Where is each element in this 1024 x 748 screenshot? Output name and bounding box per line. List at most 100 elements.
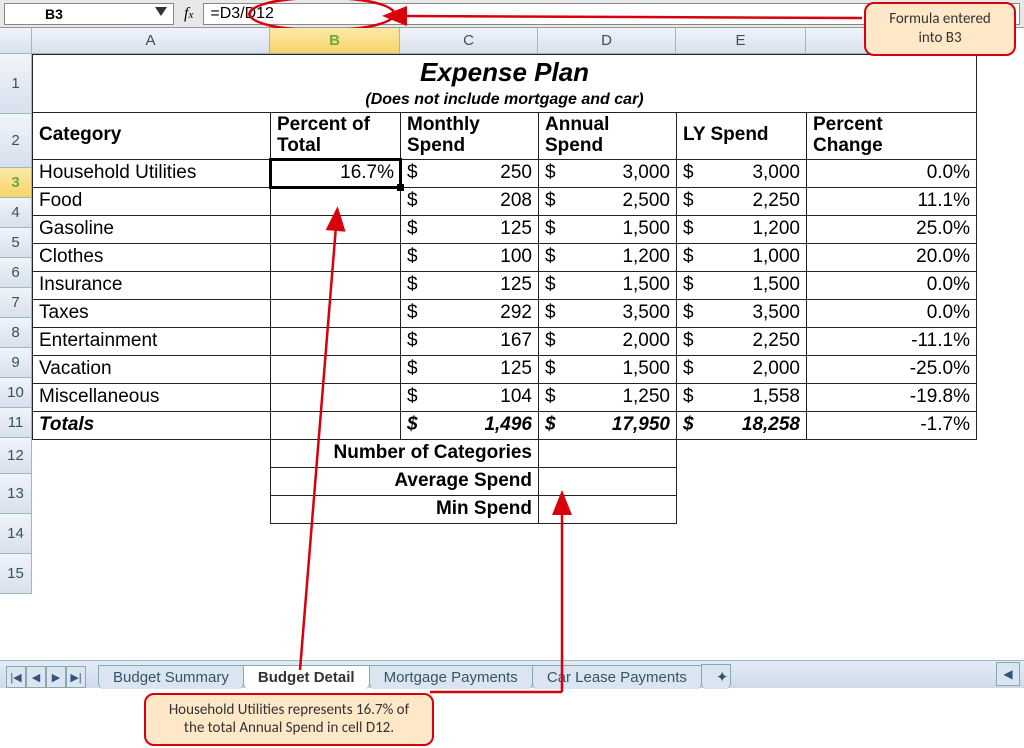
header-monthly[interactable]: MonthlySpend — [401, 113, 539, 160]
cell-ly[interactable]: $1,000 — [677, 243, 807, 271]
totals-annual[interactable]: $17,950 — [539, 411, 677, 439]
select-all-corner[interactable] — [0, 28, 32, 54]
tab-budget-detail[interactable]: Budget Detail — [243, 665, 370, 689]
cell-pct[interactable] — [271, 299, 401, 327]
cell-annual[interactable]: $3,000 — [539, 159, 677, 187]
row-header-11[interactable]: 11 — [0, 408, 32, 438]
cell-monthly[interactable]: $250 — [401, 159, 539, 187]
summary-value[interactable] — [539, 467, 677, 495]
table-row[interactable]: Vacation$125$1,500$2,000-25.0% — [33, 355, 977, 383]
cell-change[interactable]: 11.1% — [807, 187, 977, 215]
cell-category[interactable]: Clothes — [33, 243, 271, 271]
row-header-4[interactable]: 4 — [0, 198, 32, 228]
cell-annual[interactable]: $2,000 — [539, 327, 677, 355]
cell-pct[interactable] — [271, 271, 401, 299]
cell-ly[interactable]: $2,000 — [677, 355, 807, 383]
cell-monthly[interactable]: $104 — [401, 383, 539, 411]
cell-category[interactable]: Entertainment — [33, 327, 271, 355]
header-category[interactable]: Category — [33, 113, 271, 160]
tab-budget-summary[interactable]: Budget Summary — [98, 665, 244, 689]
cell-pct[interactable] — [271, 355, 401, 383]
summary-value[interactable] — [539, 495, 677, 523]
col-header-E[interactable]: E — [676, 28, 806, 54]
table-row[interactable]: Insurance$125$1,500$1,5000.0% — [33, 271, 977, 299]
totals-label[interactable]: Totals — [33, 411, 271, 439]
cells-grid[interactable]: Expense Plan (Does not include mortgage … — [32, 54, 1024, 524]
row-header-15[interactable]: 15 — [0, 554, 32, 594]
cell-annual[interactable]: $1,250 — [539, 383, 677, 411]
summary-label[interactable]: Min Spend — [271, 495, 539, 523]
cell-annual[interactable]: $1,500 — [539, 271, 677, 299]
header-ly[interactable]: LY Spend — [677, 113, 807, 160]
table-row[interactable]: Gasoline$125$1,500$1,20025.0% — [33, 215, 977, 243]
cell-change[interactable]: 0.0% — [807, 159, 977, 187]
hscroll-left-icon[interactable]: ◀ — [996, 662, 1020, 686]
cell-change[interactable]: 20.0% — [807, 243, 977, 271]
row-header-12[interactable]: 12 — [0, 438, 32, 474]
tab-prev-icon[interactable]: ◀ — [26, 666, 46, 688]
cell-ly[interactable]: $3,500 — [677, 299, 807, 327]
cell-change[interactable]: -11.1% — [807, 327, 977, 355]
col-header-B[interactable]: B — [270, 28, 400, 54]
header-percent[interactable]: Percent ofTotal — [271, 113, 401, 160]
cell-monthly[interactable]: $125 — [401, 271, 539, 299]
cell-category[interactable]: Insurance — [33, 271, 271, 299]
tab-first-icon[interactable]: |◀ — [6, 666, 26, 688]
table-row[interactable]: Entertainment $167$2,000$2,250-11.1% — [33, 327, 977, 355]
summary-label[interactable]: Number of Categories — [271, 439, 539, 467]
row-header-14[interactable]: 14 — [0, 514, 32, 554]
tab-mortgage-payments[interactable]: Mortgage Payments — [369, 665, 533, 689]
cell-change[interactable]: -19.8% — [807, 383, 977, 411]
cell-category[interactable]: Gasoline — [33, 215, 271, 243]
totals-ly[interactable]: $18,258 — [677, 411, 807, 439]
new-sheet-icon[interactable]: ✦ — [701, 664, 731, 689]
tab-next-icon[interactable]: ▶ — [46, 666, 66, 688]
name-box[interactable]: B3 — [4, 3, 174, 25]
cell-pct[interactable] — [271, 383, 401, 411]
totals-monthly[interactable]: $1,496 — [401, 411, 539, 439]
cell-pct[interactable] — [271, 243, 401, 271]
totals-pct[interactable] — [271, 411, 401, 439]
cell-category[interactable]: Taxes — [33, 299, 271, 327]
table-row[interactable]: Food$208$2,500$2,25011.1% — [33, 187, 977, 215]
header-row[interactable]: Category Percent ofTotal MonthlySpend An… — [33, 113, 977, 160]
summary-value[interactable] — [539, 439, 677, 467]
summary-label[interactable]: Average Spend — [271, 467, 539, 495]
row-header-2[interactable]: 2 — [0, 114, 32, 168]
title-row[interactable]: Expense Plan (Does not include mortgage … — [33, 55, 977, 113]
totals-row[interactable]: Totals $1,496$17,950$18,258-1.7% — [33, 411, 977, 439]
cell-pct[interactable] — [271, 215, 401, 243]
cell-annual[interactable]: $1,200 — [539, 243, 677, 271]
cell-category[interactable]: Miscellaneous — [33, 383, 271, 411]
title-cell[interactable]: Expense Plan (Does not include mortgage … — [33, 55, 977, 113]
cell-ly[interactable]: $1,558 — [677, 383, 807, 411]
header-annual[interactable]: AnnualSpend — [539, 113, 677, 160]
cell-change[interactable]: 0.0% — [807, 271, 977, 299]
tab-last-icon[interactable]: ▶| — [66, 666, 86, 688]
cell-monthly[interactable]: $100 — [401, 243, 539, 271]
name-box-dropdown-icon[interactable] — [155, 7, 167, 16]
cell-annual[interactable]: $1,500 — [539, 355, 677, 383]
row-header-5[interactable]: 5 — [0, 228, 32, 258]
cell-pct[interactable] — [271, 187, 401, 215]
row-header-6[interactable]: 6 — [0, 258, 32, 288]
cell-ly[interactable]: $3,000 — [677, 159, 807, 187]
cell-change[interactable]: -25.0% — [807, 355, 977, 383]
label-row[interactable]: Average Spend — [33, 467, 977, 495]
cell-change[interactable]: 0.0% — [807, 299, 977, 327]
cell-monthly[interactable]: $125 — [401, 355, 539, 383]
label-row[interactable]: Number of Categories — [33, 439, 977, 467]
row-header-9[interactable]: 9 — [0, 348, 32, 378]
cell-ly[interactable]: $1,200 — [677, 215, 807, 243]
cell-monthly[interactable]: $167 — [401, 327, 539, 355]
cell-annual[interactable]: $2,500 — [539, 187, 677, 215]
header-change[interactable]: PercentChange — [807, 113, 977, 160]
col-header-D[interactable]: D — [538, 28, 676, 54]
cell-ly[interactable]: $2,250 — [677, 327, 807, 355]
col-header-A[interactable]: A — [32, 28, 270, 54]
totals-change[interactable]: -1.7% — [807, 411, 977, 439]
cell-ly[interactable]: $1,500 — [677, 271, 807, 299]
label-row[interactable]: Min Spend — [33, 495, 977, 523]
cell-annual[interactable]: $3,500 — [539, 299, 677, 327]
row-header-13[interactable]: 13 — [0, 474, 32, 514]
